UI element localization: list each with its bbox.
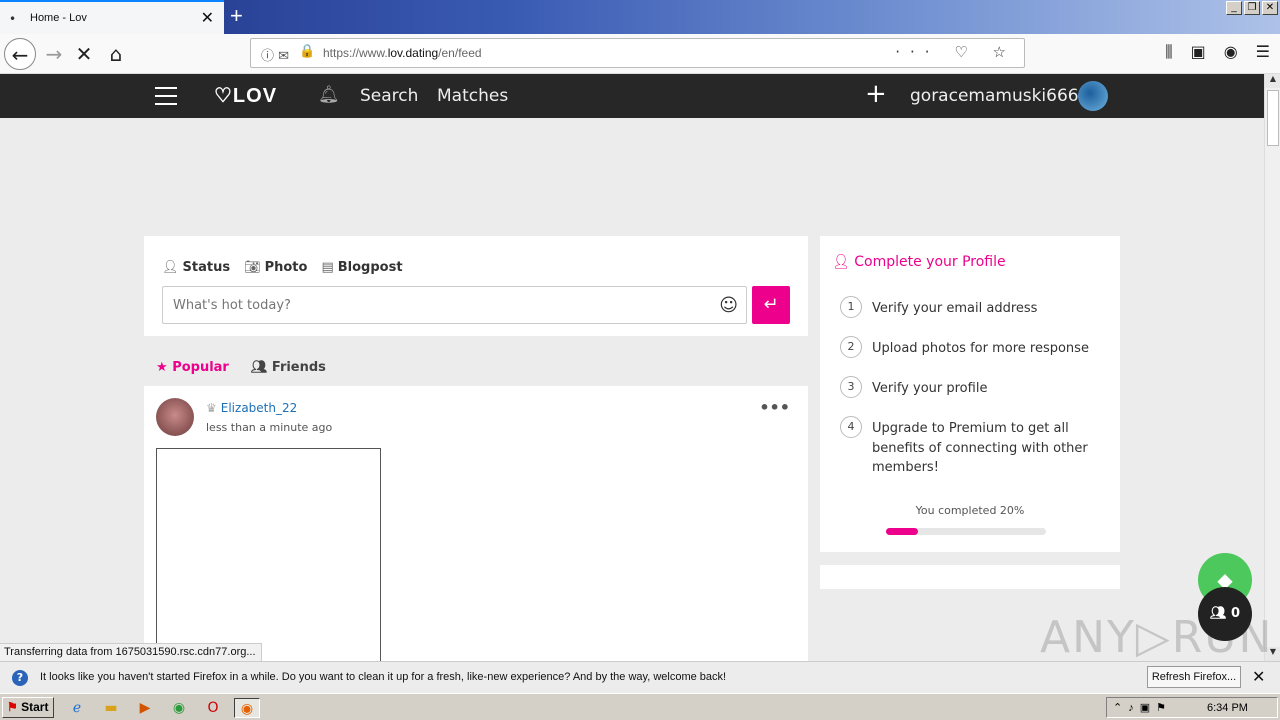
tab-blogpost[interactable]: ▤ Blogpost: [321, 260, 402, 275]
minimize-button[interactable]: _: [1226, 1, 1242, 15]
question-icon: ?: [12, 670, 28, 686]
quick-launch: ℯ ▬ ▶ ◉ O ◉: [64, 698, 260, 718]
taskbar: ⚑ Start ℯ ▬ ▶ ◉ O ◉ ⌃♪▣⚑ 6:34 PM: [0, 693, 1280, 720]
user-avatar[interactable]: [1078, 81, 1108, 111]
progress-label: You completed 20%: [915, 504, 1025, 517]
post-image[interactable]: [156, 448, 381, 668]
tab-friends[interactable]: 👥︎ Friends: [251, 360, 326, 375]
post-author-avatar[interactable]: [156, 398, 194, 436]
tab-popular[interactable]: ★ Popular: [156, 360, 229, 375]
notification-close-icon[interactable]: ✕: [1252, 667, 1265, 686]
step-number: 2: [840, 336, 862, 358]
post-composer: 👤︎Status 📷︎Photo ▤Blogpost ☺ ↵: [144, 236, 808, 336]
start-button[interactable]: ⚑ Start: [2, 697, 54, 718]
crown-icon: ♛: [206, 401, 217, 415]
step-number: 1: [840, 296, 862, 318]
browser-tab-strip: • Home - Lov ✕ + _ ❐ ✕: [0, 0, 1280, 34]
menu-icon[interactable]: ☰: [1256, 42, 1270, 62]
friends-count: 0: [1231, 606, 1241, 621]
notification-bar: ? It looks like you haven't started Fire…: [0, 661, 1280, 693]
complete-profile-title[interactable]: 👤︎ Complete your Profile: [832, 254, 1006, 270]
add-user-icon: 👤︎: [832, 254, 855, 270]
composer-tabs: 👤︎ Status 📷︎ Photo ▤ Blogpost: [162, 260, 403, 275]
system-tray: ⌃♪▣⚑ 6:34 PM: [1106, 697, 1278, 718]
new-tab-button[interactable]: +: [230, 3, 243, 29]
tab-status[interactable]: 👤︎ Status: [162, 260, 230, 275]
url-bar[interactable]: ⓘ ✉ 🔒 https://www.lov.dating/en/feed ···…: [250, 38, 1025, 68]
step-text: Verify your profile: [872, 381, 988, 396]
site-info-icon[interactable]: ⓘ ✉: [261, 45, 289, 64]
post-timestamp: less than a minute ago: [206, 421, 333, 434]
sidebar-icon[interactable]: ▣: [1191, 42, 1206, 62]
url-text[interactable]: https://www.lov.dating/en/feed: [323, 46, 482, 60]
hamburger-menu-icon[interactable]: [155, 87, 177, 105]
step-text: Upload photos for more response: [872, 341, 1089, 356]
friends-icon: 👥︎: [1209, 606, 1227, 621]
tab-title: Home - Lov: [30, 12, 87, 24]
document-icon: ▤: [321, 260, 334, 275]
site-header: ♡LOV 🔔︎ Search Matches + goracemamuski66…: [0, 74, 1264, 118]
forward-button[interactable]: →: [38, 38, 70, 70]
folder-icon[interactable]: ▬: [98, 698, 124, 718]
library-icon[interactable]: ⫼: [1165, 42, 1172, 62]
emoji-icon[interactable]: ☺: [719, 295, 738, 316]
tab-photo[interactable]: 📷︎ Photo: [244, 260, 307, 275]
window-close-button[interactable]: ✕: [1262, 1, 1278, 15]
opera-icon[interactable]: O: [200, 698, 226, 718]
scroll-up-arrow-icon[interactable]: ▲: [1265, 74, 1280, 88]
browser-tab[interactable]: • Home - Lov ✕: [0, 0, 224, 34]
tab-loading-indicator: •: [9, 12, 17, 26]
clock: 6:34 PM: [1207, 702, 1248, 714]
nav-search[interactable]: Search: [360, 86, 418, 106]
friends-online-button[interactable]: 👥︎ 0: [1198, 587, 1252, 641]
step-text: Verify your email address: [872, 301, 1038, 316]
friends-icon: 👥︎: [250, 360, 272, 375]
more-options-icon[interactable]: •••: [759, 398, 790, 417]
tab-close-icon[interactable]: ✕: [201, 8, 214, 27]
home-icon[interactable]: ⌂: [100, 38, 132, 70]
status-input-wrapper: ☺: [162, 286, 747, 324]
page-scrollbar[interactable]: ▲ ▼: [1264, 74, 1280, 661]
feed-tabs: ★ Popular 👥︎ Friends: [156, 360, 326, 375]
step-number: 4: [840, 416, 862, 438]
add-icon[interactable]: +: [865, 79, 887, 109]
firefox-icon[interactable]: ◉: [234, 698, 260, 718]
complete-profile-card: 👤︎ Complete your Profile 1 Verify your e…: [820, 236, 1120, 552]
profile-progress-bar: [886, 528, 1046, 535]
ie-icon[interactable]: ℯ: [64, 698, 90, 718]
toolbar-right: ⫼ ▣ ◉ ☰: [1165, 42, 1270, 62]
status-bar: Transferring data from 1675031590.rsc.cd…: [0, 643, 262, 661]
camera-icon: 📷︎: [244, 260, 261, 275]
status-input[interactable]: [163, 287, 703, 323]
refresh-firefox-button[interactable]: Refresh Firefox...: [1147, 666, 1241, 688]
progress-fill: [886, 528, 918, 535]
lock-icon: 🔒: [299, 44, 316, 59]
stop-loading-button[interactable]: ✕: [68, 38, 100, 70]
person-icon: 👤︎: [162, 260, 179, 275]
post-author[interactable]: ♛ Elizabeth_22: [206, 401, 297, 415]
star-icon: ★: [156, 360, 173, 375]
bell-icon[interactable]: 🔔︎: [318, 85, 340, 105]
feed-post: ♛ Elizabeth_22 less than a minute ago •••: [144, 386, 808, 668]
back-button[interactable]: ←: [4, 38, 36, 70]
nav-matches[interactable]: Matches: [437, 86, 508, 106]
chrome-icon[interactable]: ◉: [166, 698, 192, 718]
notification-message: It looks like you haven't started Firefo…: [40, 671, 727, 683]
account-icon[interactable]: ◉: [1224, 42, 1238, 62]
restore-button[interactable]: ❐: [1244, 1, 1260, 15]
step-number: 3: [840, 376, 862, 398]
username-link[interactable]: goracemamuski666: [910, 86, 1079, 106]
browser-navbar: ← → ✕ ⌂ ⓘ ✉ 🔒 https://www.lov.dating/en/…: [0, 34, 1280, 74]
media-player-icon[interactable]: ▶: [132, 698, 158, 718]
site-logo[interactable]: ♡LOV: [214, 83, 277, 108]
windows-flag-icon: ⚑: [7, 700, 18, 714]
step-text: Upgrade to Premium to get all benefits o…: [872, 421, 1088, 475]
scroll-thumb[interactable]: [1267, 90, 1279, 146]
sidebar-card: [820, 565, 1120, 589]
tray-icons[interactable]: ⌃♪▣⚑: [1113, 701, 1172, 714]
window-controls: _ ❐ ✕: [1226, 1, 1278, 15]
page-actions[interactable]: ··· ♡ ☆: [895, 43, 1016, 61]
submit-post-button[interactable]: ↵: [752, 286, 790, 324]
